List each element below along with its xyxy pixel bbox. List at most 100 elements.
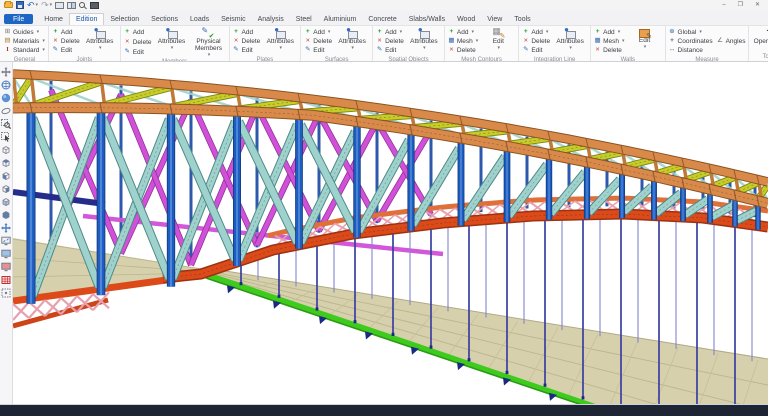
attributes-button[interactable]: Attributes	[553, 26, 587, 56]
tab-home[interactable]: Home	[38, 14, 69, 25]
tab-tools[interactable]: Tools	[508, 14, 536, 25]
mesh-button[interactable]: Mesh	[594, 37, 624, 46]
tab-analysis[interactable]: Analysis	[252, 14, 290, 25]
minimize-button[interactable]: –	[722, 2, 725, 8]
edit-button[interactable]: Edit	[233, 46, 261, 55]
edit-button[interactable]: Edit	[52, 46, 80, 55]
add-button[interactable]: Add	[304, 28, 332, 37]
ribbon-tab-bar: File Home Edition Selection Sections Loads Sei…	[0, 10, 768, 25]
edit-icon	[304, 47, 311, 54]
add-button[interactable]: Add	[522, 28, 550, 37]
delete-button[interactable]: Delete	[594, 46, 624, 55]
cube-top-icon[interactable]	[1, 155, 11, 168]
cube-wire-icon[interactable]	[1, 142, 11, 155]
tab-edition[interactable]: Edition	[68, 13, 105, 25]
save-button[interactable]	[16, 1, 24, 10]
angles-icon	[717, 38, 724, 45]
add-button[interactable]: Add	[233, 28, 261, 37]
materials-button[interactable]: Materials	[4, 37, 45, 46]
close-button[interactable]: ✕	[755, 2, 760, 8]
add-button[interactable]: Add	[124, 28, 152, 37]
snap-grid-icon[interactable]	[1, 285, 11, 298]
edit-button[interactable]: Edit	[124, 48, 152, 57]
window-layout-icon	[67, 1, 77, 9]
cube-left-icon[interactable]	[1, 168, 11, 181]
pan-icon[interactable]	[1, 64, 11, 77]
render-icon[interactable]	[1, 259, 11, 272]
tab-steel[interactable]: Steel	[290, 14, 318, 25]
zoom-fit-icon[interactable]	[1, 220, 11, 233]
tab-sections[interactable]: Sections	[145, 14, 184, 25]
attributes-button[interactable]: Attributes	[155, 26, 189, 58]
tab-view[interactable]: View	[481, 14, 508, 25]
edit-button[interactable]: Edit	[481, 27, 515, 56]
ribbon-group-walls: AddMeshDeleteEditWalls	[591, 26, 666, 61]
standard-icon	[4, 47, 11, 54]
tab-loads[interactable]: Loads	[184, 14, 215, 25]
tab-seismic[interactable]: Seismic	[215, 14, 252, 25]
physical-members-button[interactable]: Physical Members	[192, 27, 226, 58]
distance-button[interactable]: Distance	[669, 46, 713, 55]
cube-right-icon[interactable]	[1, 181, 11, 194]
zoom-button[interactable]	[79, 1, 87, 10]
standard-button[interactable]: Standard	[4, 46, 45, 55]
model-viewport-canvas[interactable]	[13, 62, 768, 404]
delete-button[interactable]: Delete	[304, 37, 332, 46]
model-viewport[interactable]	[13, 62, 768, 404]
edit-button[interactable]: Edit	[628, 27, 662, 56]
attributes-button[interactable]: Attributes	[263, 26, 297, 56]
operations-icon	[763, 27, 768, 39]
delete-button[interactable]: Delete	[124, 38, 152, 47]
restore-button[interactable]: ❐	[738, 2, 743, 8]
undo-icon: ↶	[27, 0, 35, 10]
delete-button[interactable]: Delete	[233, 37, 261, 46]
attributes-button[interactable]: Attributes	[335, 26, 369, 56]
tab-selection[interactable]: Selection	[104, 14, 145, 25]
display-button[interactable]	[55, 1, 65, 10]
open-file-button[interactable]	[4, 1, 13, 10]
edit-button[interactable]: Edit	[304, 46, 332, 55]
cube-front-icon[interactable]	[1, 194, 11, 207]
operations-button[interactable]: Operations	[752, 27, 768, 53]
delete-button[interactable]: Delete	[448, 46, 478, 55]
zoom-all-icon[interactable]	[1, 233, 11, 246]
tab-slabs-walls[interactable]: Slabs/Walls	[403, 14, 451, 25]
tab-wood[interactable]: Wood	[451, 14, 481, 25]
add-button[interactable]: Add	[52, 28, 80, 37]
redo-button[interactable]: ↷	[41, 0, 52, 10]
mesh-button[interactable]: Mesh	[448, 37, 478, 46]
attributes-button[interactable]: Attributes	[83, 26, 117, 56]
tab-file[interactable]: File	[4, 14, 34, 24]
undo-button[interactable]: ↶	[27, 0, 38, 10]
tab-concrete[interactable]: Concrete	[362, 14, 402, 25]
zoom-window-icon[interactable]	[1, 116, 12, 130]
edit-button[interactable]: Edit	[522, 46, 550, 55]
rotate-icon[interactable]	[1, 103, 11, 115]
coordinates-button[interactable]: Coordinates	[669, 37, 713, 46]
display-options-icon[interactable]	[1, 246, 11, 259]
cube-solid-icon[interactable]	[1, 207, 11, 220]
add-button[interactable]: Add	[376, 28, 404, 37]
tab-aluminium[interactable]: Aluminium	[318, 14, 363, 25]
guides-button[interactable]: Guides	[4, 28, 45, 37]
window-layout-button[interactable]	[67, 1, 77, 10]
add-button[interactable]: Add	[594, 28, 624, 37]
delete-button[interactable]: Delete	[376, 37, 404, 46]
button-label: Attributes	[266, 38, 295, 45]
select-window-icon[interactable]	[1, 129, 11, 142]
button-label: Global	[677, 29, 697, 36]
global-button[interactable]: Global	[669, 28, 713, 37]
delete-button[interactable]: Delete	[522, 37, 550, 46]
delete-icon	[522, 38, 529, 45]
section-table-icon[interactable]	[1, 272, 11, 284]
edit-button[interactable]: Edit	[376, 46, 404, 55]
angles-button[interactable]: Angles	[717, 37, 746, 46]
delete-button[interactable]: Delete	[52, 37, 80, 46]
capture-button[interactable]	[90, 1, 100, 10]
attributes-button[interactable]: Attributes	[407, 26, 441, 56]
work-area	[0, 62, 768, 404]
shaded-sphere-icon[interactable]	[1, 90, 11, 103]
add-button[interactable]: Add	[448, 28, 478, 37]
orbit-icon[interactable]	[1, 77, 11, 90]
add-icon	[594, 29, 601, 36]
